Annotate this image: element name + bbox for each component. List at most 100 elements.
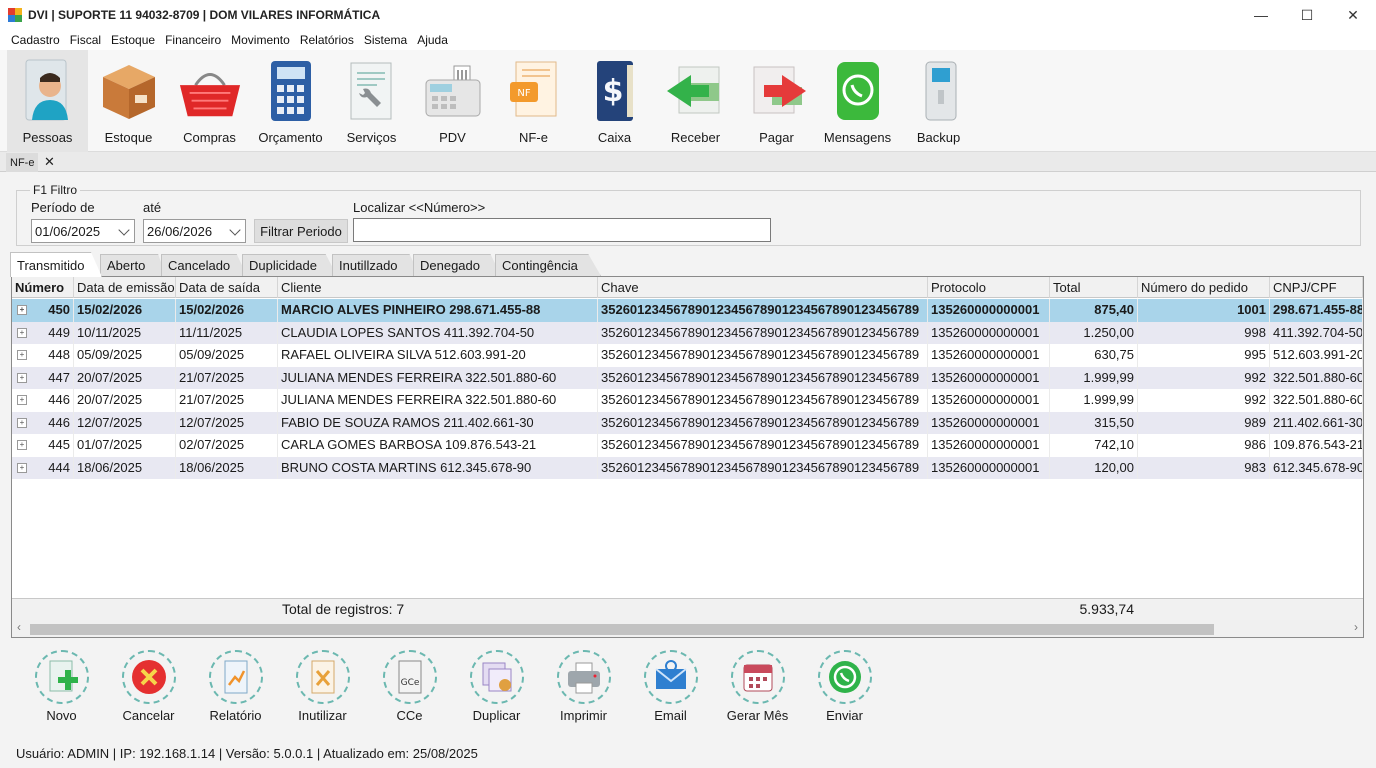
close-window-button[interactable]: ✕ [1330, 0, 1376, 30]
cce-button[interactable]: GCe CCe [366, 650, 453, 724]
table-row[interactable]: +445 01/07/2025 02/07/2025 CARLA GOMES BARB… [12, 434, 1363, 457]
table-row[interactable]: +444 18/06/2025 18/06/2025 BRUNO COSTA MART… [12, 456, 1363, 479]
menu-relatorios[interactable]: Relatórios [295, 33, 359, 47]
cell-cnpj: 298.671.455-88 [1270, 299, 1363, 322]
cell-emissao: 10/11/2025 [74, 321, 176, 344]
cell-pedido: 986 [1138, 434, 1270, 457]
toolbar-mensagens-button[interactable]: Mensagens [817, 50, 898, 152]
tab-cancelado[interactable]: Cancelado [161, 254, 247, 276]
toolbar-caixa-button[interactable]: $ Caixa [574, 50, 655, 152]
email-button[interactable]: Email [627, 650, 714, 724]
tab-transmitido[interactable]: Transmitido [10, 252, 102, 277]
tab-nfe[interactable]: NF-e [6, 153, 39, 172]
date-to-picker[interactable]: 26/06/2026 [143, 219, 246, 243]
tab-aberto[interactable]: Aberto [100, 254, 166, 276]
chevron-down-icon[interactable] [118, 224, 130, 236]
menu-estoque[interactable]: Estoque [106, 33, 160, 47]
filter-period-button[interactable]: Filtrar Periodo [254, 219, 348, 243]
cell-protocolo: 135260000000001 [928, 456, 1050, 479]
column-header-protocolo[interactable]: Protocolo [928, 277, 1050, 298]
column-header-numero[interactable]: Número [12, 277, 74, 298]
search-number-input[interactable] [353, 218, 771, 242]
expand-row-icon[interactable]: + [17, 440, 27, 450]
column-header-pedido[interactable]: Número do pedido [1138, 277, 1270, 298]
print-button[interactable]: Imprimir [540, 650, 627, 724]
toolbar-compras-button[interactable]: Compras [169, 50, 250, 152]
table-row[interactable]: +450 15/02/2026 15/02/2026 MARCIO ALVES PIN… [12, 299, 1363, 322]
cell-saida: 12/07/2025 [176, 411, 278, 434]
expand-row-icon[interactable]: + [17, 305, 27, 315]
report-button[interactable]: Relatório [192, 650, 279, 724]
money-book-icon: $ [583, 56, 647, 126]
toolbar-estoque-button[interactable]: Estoque [88, 50, 169, 152]
expand-row-icon[interactable]: + [17, 327, 27, 338]
cell-protocolo: 135260000000001 [928, 389, 1050, 412]
table-row[interactable]: +446 20/07/2025 21/07/2025 JULIANA MENDES F… [12, 389, 1363, 412]
cell-pedido: 998 [1138, 321, 1270, 344]
table-row[interactable]: +447 20/07/2025 21/07/2025 JULIANA MENDES F… [12, 366, 1363, 389]
tab-denegado[interactable]: Denegado [413, 254, 501, 276]
chevron-down-icon[interactable] [229, 224, 241, 236]
cell-chave: 3526012345678901234567890123456789012345… [598, 299, 928, 322]
cell-pedido: 1001 [1138, 299, 1270, 322]
cell-protocolo: 135260000000001 [928, 411, 1050, 434]
menu-ajuda[interactable]: Ajuda [412, 33, 453, 47]
action-label: Email [654, 708, 687, 723]
tab-inutilizado[interactable]: Inutillzado [332, 254, 420, 276]
table-row[interactable]: +448 05/09/2025 05/09/2025 RAFAEL OLIVEIRA … [12, 344, 1363, 367]
toolbar-pagar-button[interactable]: Pagar [736, 50, 817, 152]
generate-month-button[interactable]: Gerar Mês [714, 650, 801, 724]
toolbar-pdv-button[interactable]: PDV [412, 50, 493, 152]
cancel-button[interactable]: Cancelar [105, 650, 192, 724]
toolbar-servicos-button[interactable]: Serviços [331, 50, 412, 152]
toolbar-pessoas-button[interactable]: Pessoas [7, 50, 88, 152]
toolbar-label: Pessoas [22, 130, 73, 145]
report-icon [208, 650, 263, 704]
void-button[interactable]: Inutilizar [279, 650, 366, 724]
toolbar-label: Serviços [346, 130, 397, 145]
close-tab-icon[interactable]: ✕ [44, 154, 55, 170]
grid-header: Número Data de emissão Data de saída Cli… [12, 277, 1363, 298]
menu-financeiro[interactable]: Financeiro [160, 33, 226, 47]
table-row[interactable]: +446 12/07/2025 12/07/2025 FABIO DE SOUZA R… [12, 411, 1363, 434]
date-from-picker[interactable]: 01/06/2025 [31, 219, 135, 243]
column-header-cnpj[interactable]: CNPJ/CPF [1270, 277, 1363, 298]
expand-row-icon[interactable]: + [17, 350, 27, 360]
toolbar-orcamento-button[interactable]: Orçamento [250, 50, 331, 152]
printer-icon [556, 650, 611, 704]
scroll-right-icon[interactable]: › [1354, 620, 1358, 634]
new-button[interactable]: Novo [18, 650, 105, 724]
column-header-total[interactable]: Total [1050, 277, 1138, 298]
table-row[interactable]: +449 10/11/2025 11/11/2025 CLAUDIA LOPES SA… [12, 321, 1363, 344]
expand-row-icon[interactable]: + [17, 395, 27, 405]
column-header-emissao[interactable]: Data de emissão [74, 277, 176, 298]
cce-document-icon: GCe [382, 650, 437, 704]
cell-cliente: CARLA GOMES BARBOSA 109.876.543-21 [278, 434, 598, 457]
horizontal-scrollbar[interactable]: ‹ › [12, 620, 1363, 637]
toolbar-backup-button[interactable]: Backup [898, 50, 979, 152]
menu-cadastro[interactable]: Cadastro [6, 33, 65, 47]
column-header-cliente[interactable]: Cliente [278, 277, 598, 298]
duplicate-button[interactable]: Duplicar [453, 650, 540, 724]
maximize-button[interactable]: ☐ [1284, 0, 1330, 30]
expand-row-icon[interactable]: + [17, 462, 27, 473]
menu-movimento[interactable]: Movimento [226, 33, 295, 47]
menu-sistema[interactable]: Sistema [359, 33, 412, 47]
cell-chave: 3526012345678901234567890123456789012345… [598, 411, 928, 434]
minimize-button[interactable]: — [1238, 0, 1284, 30]
scroll-left-icon[interactable]: ‹ [17, 620, 21, 634]
cell-saida: 02/07/2025 [176, 434, 278, 457]
expand-row-icon[interactable]: + [17, 372, 27, 383]
column-header-saida[interactable]: Data de saída [176, 277, 278, 298]
tab-duplicidade[interactable]: Duplicidade [242, 254, 337, 276]
menu-fiscal[interactable]: Fiscal [65, 33, 106, 47]
cell-numero: 446 [32, 411, 74, 434]
tab-contingencia[interactable]: Contingência [495, 254, 601, 276]
cell-total: 742,10 [1050, 434, 1138, 457]
column-header-chave[interactable]: Chave [598, 277, 928, 298]
send-button[interactable]: Enviar [801, 650, 888, 724]
toolbar-nfe-button[interactable]: NF NF-e [493, 50, 574, 152]
expand-row-icon[interactable]: + [17, 417, 27, 428]
scrollbar-thumb[interactable] [30, 624, 1214, 635]
toolbar-receber-button[interactable]: Receber [655, 50, 736, 152]
